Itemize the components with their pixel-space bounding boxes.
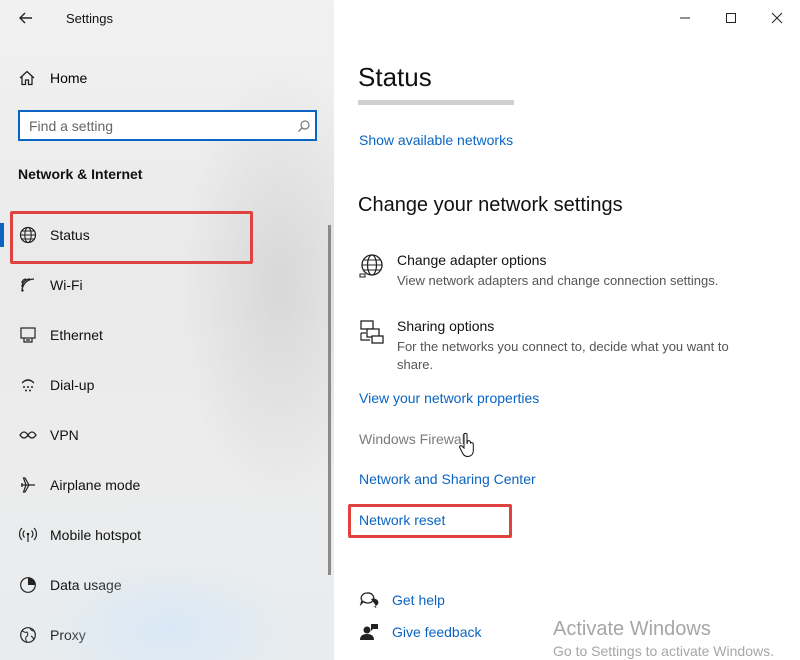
sidebar-item-label: Airplane mode [50,477,141,493]
page-title: Status [358,62,432,92]
view-network-properties-link[interactable]: View your network properties [359,390,539,406]
sidebar-item-label: Mobile hotspot [50,527,142,543]
maximize-icon [726,13,736,23]
watermark-line2: Go to Settings to activate Windows. [553,643,774,659]
close-button[interactable] [754,0,800,36]
network-sharing-center-link[interactable]: Network and Sharing Center [359,471,536,487]
sidebar-item-dialup[interactable]: Dial-up [0,360,320,410]
hand-cursor-icon [458,432,474,458]
status-highlight-box [10,211,253,264]
sidebar: Settings Home Network & Internet Status [0,0,334,660]
sidebar-item-label: Ethernet [50,327,103,343]
sidebar-item-label: Wi-Fi [50,277,83,293]
sidebar-item-airplane[interactable]: Airplane mode [0,460,320,510]
sidebar-scrollbar[interactable] [328,225,331,575]
airplane-icon [18,475,38,495]
ethernet-icon [18,325,38,345]
sidebar-item-hotspot[interactable]: Mobile hotspot [0,510,320,560]
title-underline [358,100,514,105]
sidebar-item-label: Data usage [50,577,122,593]
app-title: Settings [66,11,113,26]
main-content: Status Show available networks Change yo… [334,0,800,660]
search-box[interactable] [18,110,317,141]
sidebar-item-label: Dial-up [50,377,95,393]
sharing-icon [358,318,386,346]
dialup-icon [18,375,38,395]
watermark-line1: Activate Windows [553,618,711,640]
sidebar-item-label: VPN [50,427,79,443]
change-settings-heading: Change your network settings [358,194,623,216]
sidebar-item-proxy[interactable]: Proxy [0,610,320,660]
sharing-options[interactable]: Sharing options For the networks you con… [358,318,778,374]
change-adapter-options[interactable]: Change adapter options View network adap… [358,252,778,297]
sidebar-item-home[interactable]: Home [18,66,87,90]
proxy-icon [18,625,38,645]
home-icon [19,70,35,86]
option-title: Sharing options [397,318,495,334]
data-usage-icon [18,575,38,595]
activate-windows-watermark: Activate Windows Go to Settings to activ… [553,618,774,659]
window-controls [662,0,800,36]
adapter-globe-icon [358,252,386,280]
feedback-person-icon [358,622,380,642]
give-feedback-link[interactable]: Give feedback [392,624,482,640]
back-button[interactable] [14,8,38,28]
minimize-icon [680,17,690,19]
search-input[interactable] [20,112,293,139]
sidebar-item-label: Proxy [50,627,86,643]
section-title: Network & Internet [18,166,143,182]
wifi-icon [18,275,38,295]
option-description: View network adapters and change connect… [397,273,719,288]
maximize-button[interactable] [708,0,754,36]
home-label: Home [50,70,88,86]
network-reset-highlight-box [348,504,512,538]
help-chat-icon [358,590,380,610]
sidebar-item-ethernet[interactable]: Ethernet [0,310,320,360]
get-help-link[interactable]: Get help [392,592,445,608]
show-available-networks-link[interactable]: Show available networks [359,132,513,148]
option-title: Change adapter options [397,252,547,268]
sidebar-item-data-usage[interactable]: Data usage [0,560,320,610]
search-icon[interactable] [293,119,315,133]
vpn-icon [18,425,38,445]
sidebar-item-vpn[interactable]: VPN [0,410,320,460]
hotspot-icon [18,525,38,545]
close-icon [771,12,783,24]
sidebar-item-wifi[interactable]: Wi-Fi [0,260,320,310]
give-feedback-row[interactable]: Give feedback [358,622,482,642]
minimize-button[interactable] [662,0,708,36]
get-help-row[interactable]: Get help [358,590,445,610]
windows-firewall-link[interactable]: Windows Firewall [359,431,468,447]
option-description: For the networks you connect to, decide … [397,339,729,372]
back-arrow-icon [19,12,32,24]
